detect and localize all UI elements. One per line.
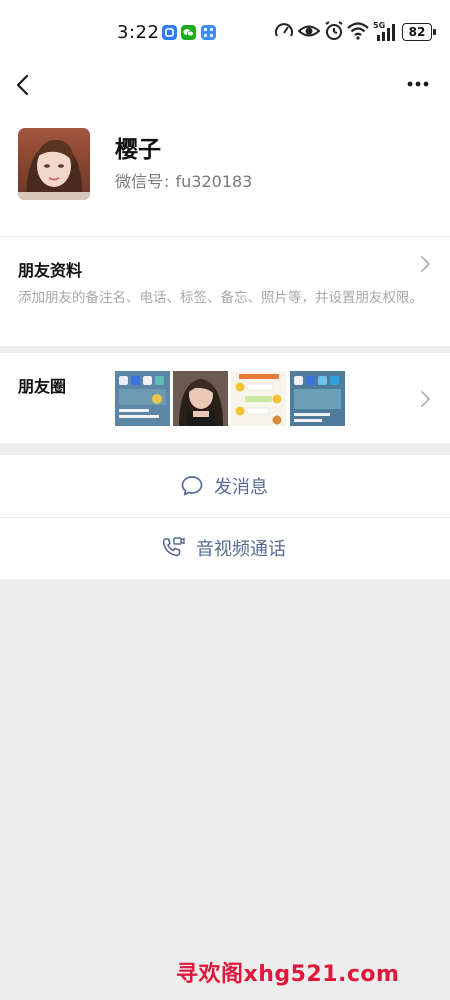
wechat-green-icon (181, 25, 196, 40)
status-bar: 3:22 5G 82 (0, 0, 450, 66)
wechat-id-value: fu320183 (175, 172, 253, 191)
send-message-label: 发消息 (214, 477, 268, 498)
wechat-id-separator: : (164, 172, 170, 191)
video-call-icon (162, 537, 185, 557)
friend-info-row[interactable]: 朋友资料 添加朋友的备注名、电话、标签、备忘、照片等，并设置朋友权限。 (0, 236, 450, 346)
moments-thumbnail-2 (173, 371, 228, 426)
signal-icon (375, 24, 397, 46)
nickname: 樱子 (115, 137, 161, 163)
wechat-id: 微信号: fu320183 (115, 168, 252, 192)
speedometer-icon (274, 20, 294, 46)
nav-header (0, 66, 450, 106)
moments-thumbnail-3 (231, 371, 286, 426)
wechat-id-label: 微信号 (115, 172, 164, 191)
chevron-right-icon (421, 256, 430, 272)
avatar[interactable] (18, 128, 90, 200)
friend-info-description: 添加朋友的备注名、电话、标签、备忘、照片等，并设置朋友权限。 (18, 290, 423, 306)
eye-icon (297, 20, 321, 46)
chevron-right-icon (421, 391, 430, 407)
battery-icon: 82 (402, 23, 432, 41)
av-call-label: 音视频通话 (196, 539, 286, 560)
profile-card: 樱子 微信号: fu320183 (0, 106, 450, 236)
av-call-button[interactable]: 音视频通话 (0, 517, 450, 579)
chat-bubble-icon (181, 476, 203, 496)
moments-row[interactable]: 朋友圈 (0, 353, 450, 443)
wifi-icon (347, 20, 369, 46)
status-time: 3:22 (117, 22, 160, 43)
battery-tip (433, 29, 436, 35)
alarm-icon (324, 20, 344, 46)
send-message-button[interactable]: 发消息 (0, 455, 450, 517)
moments-thumbnail-4 (290, 371, 345, 426)
chevron-left-icon (16, 74, 29, 96)
app-blue-icon (162, 25, 177, 40)
watermark-text: 寻欢阁xhg521.com (176, 962, 400, 987)
app-grid-icon (201, 25, 216, 40)
moments-title: 朋友圈 (18, 377, 67, 396)
more-button[interactable] (404, 72, 432, 96)
more-dots-icon (407, 81, 429, 87)
moments-thumbnail-1 (115, 371, 170, 426)
back-button[interactable] (12, 70, 36, 100)
friend-info-title: 朋友资料 (18, 261, 83, 280)
